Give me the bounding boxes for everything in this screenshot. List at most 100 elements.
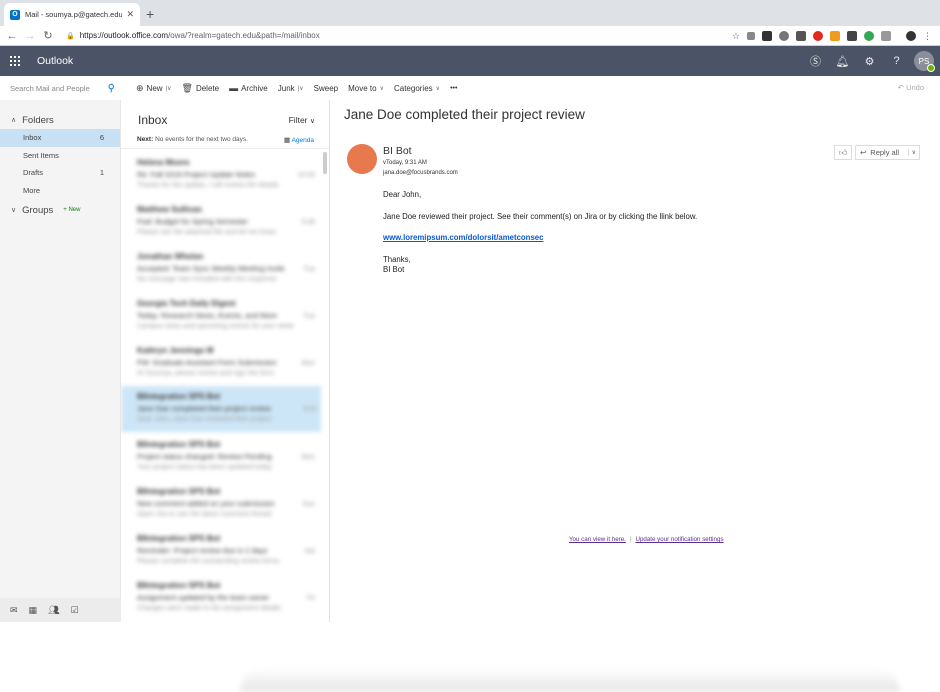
message-subject: Today: Research News, Events, and More bbox=[137, 311, 278, 320]
more-commands-button[interactable]: ••• bbox=[450, 85, 457, 92]
chevron-down-icon[interactable]: ∨ bbox=[11, 206, 16, 214]
sweep-button[interactable]: Sweep bbox=[314, 84, 338, 93]
reply-all-label: Reply all bbox=[870, 148, 900, 157]
delete-button[interactable]: 🗑︎ Delete bbox=[182, 83, 220, 94]
skype-icon[interactable]: Ⓢ bbox=[802, 53, 829, 69]
extension-opera-icon[interactable] bbox=[813, 31, 823, 41]
message-time: Sat bbox=[304, 548, 315, 555]
junk-button[interactable]: Junk |∨ bbox=[278, 84, 304, 93]
archive-icon: ▬ bbox=[229, 83, 239, 93]
categories-button[interactable]: Categories ∨ bbox=[394, 84, 440, 93]
tasks-icon[interactable]: ☑ bbox=[71, 605, 79, 616]
reply-all-button[interactable]: ↩ Reply all ∨ bbox=[855, 145, 920, 160]
undo-button[interactable]: ↶ Undo bbox=[898, 83, 924, 92]
archive-button[interactable]: ▬ Archive bbox=[229, 83, 268, 93]
message-subject: Re: Fall 2019 Project Update Notes bbox=[137, 170, 255, 179]
divider: | bbox=[629, 536, 632, 543]
new-group-button[interactable]: + New bbox=[63, 207, 80, 213]
new-button[interactable]: ⊕ New |∨ bbox=[136, 83, 172, 94]
message-time: Sun bbox=[302, 501, 315, 508]
app-launcher-icon[interactable] bbox=[0, 46, 30, 76]
message-from: BIIntegration SPS Bot bbox=[137, 534, 221, 543]
new-tab-button[interactable]: + bbox=[146, 6, 154, 22]
bookmark-star-icon[interactable]: ☆ bbox=[732, 31, 740, 42]
chevron-down-icon: ∨ bbox=[309, 118, 315, 125]
message-time: Tue bbox=[303, 313, 315, 320]
message-preview: Please complete the outstanding review i… bbox=[137, 558, 280, 565]
message-subject: Jane Doe completed their project review bbox=[137, 404, 271, 413]
profile-icon[interactable] bbox=[906, 31, 916, 41]
avatar[interactable]: PS bbox=[914, 51, 935, 72]
message-time: Fri bbox=[306, 595, 315, 602]
list-item[interactable]: Helena Moore Re: Fall 2019 Project Updat… bbox=[121, 152, 319, 198]
mail-icon[interactable]: ✉ bbox=[10, 605, 18, 616]
search-icon[interactable]: ⚲ bbox=[108, 83, 115, 94]
search-input[interactable]: Search Mail and People ⚲ bbox=[0, 76, 121, 100]
sender-name[interactable]: BI Bot bbox=[383, 145, 412, 157]
list-item[interactable]: BIIntegration SPS Bot Project status cha… bbox=[121, 434, 319, 480]
email-link[interactable]: www.loremipsum.com/dolorsit/ametconsec bbox=[383, 233, 543, 242]
extension-pen-icon[interactable] bbox=[747, 32, 755, 40]
extension-cloud-icon[interactable] bbox=[779, 31, 789, 41]
view-it-here-link[interactable]: You can view it here. bbox=[569, 536, 626, 543]
folder-sent-items[interactable]: Sent Items bbox=[0, 147, 120, 165]
list-item[interactable]: Matthew Sullivan Fwd: Budget for Spring … bbox=[121, 199, 319, 245]
app-name[interactable]: Outlook bbox=[37, 55, 73, 67]
message-time: Tue bbox=[303, 266, 315, 273]
forward-icon[interactable]: → bbox=[21, 30, 39, 42]
list-item-selected[interactable]: BIIntegration SPS Bot Jane Doe completed… bbox=[121, 386, 321, 432]
bell-icon[interactable]: 🔔︎ bbox=[829, 55, 856, 68]
sender-avatar[interactable] bbox=[347, 144, 377, 174]
message-preview: Thanks for the update, I will review the… bbox=[137, 182, 279, 189]
address-bar[interactable]: 🔒 https://outlook.office.com /owa/?realm… bbox=[66, 28, 726, 43]
chevron-down-icon[interactable]: ∨ bbox=[907, 149, 919, 156]
archive-label: Archive bbox=[241, 83, 268, 93]
groups-heading[interactable]: ∨ Groups + New bbox=[0, 201, 120, 219]
close-tab-icon[interactable]: ✕ bbox=[126, 9, 134, 20]
move-to-label: Move to bbox=[348, 83, 377, 93]
browser-tab-strip: O Mail - soumya.p@gatech.edu ✕ + bbox=[0, 0, 940, 26]
notification-settings-link[interactable]: Update your notification settings bbox=[635, 536, 723, 543]
calendar-icon[interactable]: ▦ bbox=[29, 605, 38, 616]
extension-shield-icon[interactable] bbox=[847, 31, 857, 41]
scrollbar[interactable] bbox=[323, 152, 327, 174]
url-path: /owa/?realm=gatech.edu&path=/mail/inbox bbox=[168, 31, 320, 40]
list-item[interactable]: BIIntegration SPS Bot Reminder: Project … bbox=[121, 528, 319, 574]
move-to-button[interactable]: Move to ∨ bbox=[348, 84, 384, 93]
extension-square-icon[interactable] bbox=[796, 31, 806, 41]
list-item[interactable]: BIIntegration SPS Bot New comment added … bbox=[121, 481, 319, 527]
list-item[interactable]: Kathryn Jennings M FW: Graduate Assistan… bbox=[121, 340, 319, 386]
agenda-button[interactable]: ▦ Agenda bbox=[284, 136, 314, 144]
message-time: 9:48 bbox=[301, 219, 315, 226]
list-item[interactable]: Jonathan Whelan Accepted: Team Sync Week… bbox=[121, 246, 319, 292]
like-button[interactable]: 👍︎ bbox=[834, 145, 852, 160]
extension-pin-icon[interactable] bbox=[762, 31, 772, 41]
outlook-favicon-icon: O bbox=[10, 9, 20, 20]
folder-label: Inbox bbox=[23, 133, 42, 143]
list-item[interactable]: BIIntegration SPS Bot Assignment updated… bbox=[121, 575, 319, 621]
back-icon[interactable]: ← bbox=[3, 30, 21, 42]
message-preview: Your project status has been updated tod… bbox=[137, 464, 272, 471]
divider bbox=[121, 148, 329, 149]
extension-flame-icon[interactable] bbox=[830, 31, 840, 41]
sender-email[interactable]: jana.doe@focusbrands.com bbox=[383, 170, 458, 176]
help-icon[interactable]: ? bbox=[883, 55, 910, 67]
gear-icon[interactable]: ⚙ bbox=[856, 55, 883, 68]
extension-green-icon[interactable] bbox=[864, 31, 874, 41]
chevron-down-icon[interactable]: |∨ bbox=[298, 85, 304, 92]
reload-icon[interactable]: ↻ bbox=[39, 29, 57, 42]
extension-grid-icon[interactable] bbox=[881, 31, 891, 41]
filter-button[interactable]: Filter ∨ bbox=[289, 115, 315, 125]
message-from: Jonathan Whelan bbox=[137, 252, 204, 261]
folders-heading[interactable]: ∧ Folders bbox=[0, 111, 120, 129]
chevron-down-icon[interactable]: |∨ bbox=[166, 85, 172, 92]
menu-kebab-icon[interactable]: ⋮ bbox=[923, 31, 932, 42]
folder-more[interactable]: More bbox=[0, 182, 120, 200]
list-item[interactable]: Georgia Tech Daily Digest Today: Researc… bbox=[121, 293, 319, 339]
undo-label: Undo bbox=[906, 83, 924, 92]
people-icon[interactable]: 👥︎ bbox=[48, 605, 59, 616]
chevron-up-icon[interactable]: ∧ bbox=[11, 116, 16, 124]
folder-inbox[interactable]: Inbox 6 bbox=[0, 129, 120, 147]
folder-drafts[interactable]: Drafts 1 bbox=[0, 164, 120, 182]
browser-tab[interactable]: O Mail - soumya.p@gatech.edu ✕ bbox=[4, 3, 140, 26]
